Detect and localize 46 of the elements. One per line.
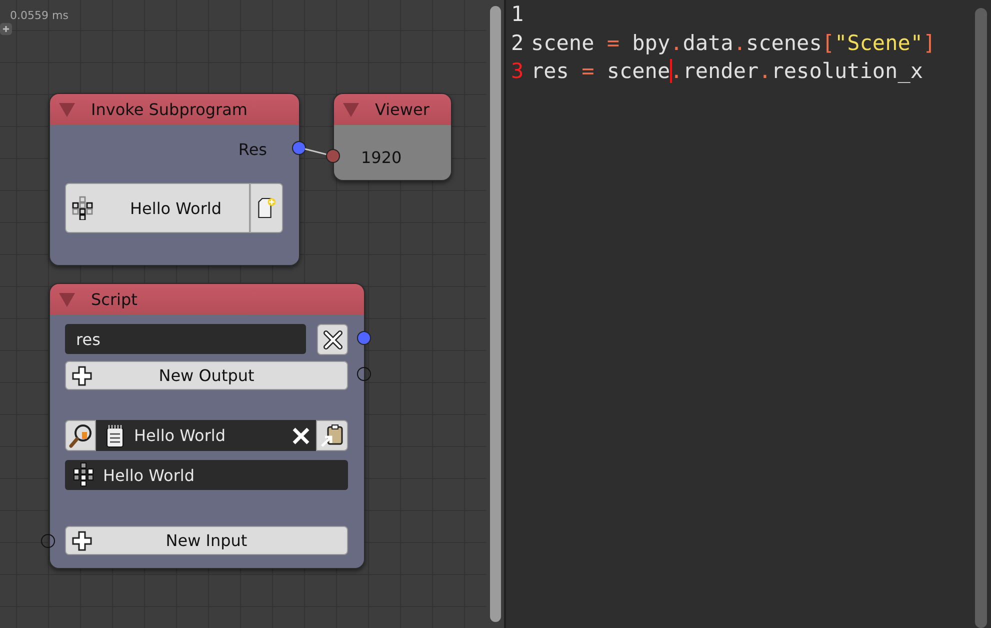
remove-button[interactable] bbox=[317, 324, 348, 355]
code-line: scene = bpy.data.scenes["Scene"] bbox=[531, 30, 936, 56]
new-document-icon bbox=[257, 195, 276, 221]
subprogram-selector[interactable]: Hello World bbox=[65, 183, 250, 233]
node-title: Invoke Subprogram bbox=[91, 100, 248, 119]
subprogram-field[interactable]: Hello World bbox=[65, 460, 348, 490]
browse-button[interactable] bbox=[65, 420, 96, 451]
scrollbar[interactable] bbox=[975, 8, 987, 628]
new-input-button[interactable]: New Input bbox=[65, 526, 348, 555]
clipboard-icon bbox=[319, 422, 345, 448]
output-name-field[interactable]: res bbox=[65, 324, 306, 354]
empty-socket[interactable] bbox=[357, 367, 371, 381]
plus-icon[interactable] bbox=[0, 23, 12, 35]
timing-label: 0.0559 ms bbox=[10, 9, 68, 22]
paste-button[interactable] bbox=[316, 420, 348, 451]
code-line: res = scene.render.resolution_x bbox=[531, 58, 923, 86]
node-tree-icon bbox=[73, 462, 95, 488]
node-card[interactable]: Script res New Output Hello World Hello World New Input bbox=[49, 283, 365, 569]
node-title: Viewer bbox=[375, 100, 430, 119]
scrollbar[interactable] bbox=[490, 6, 500, 622]
new-output-button[interactable]: New Output bbox=[65, 361, 348, 390]
socket-label: Res bbox=[238, 140, 267, 159]
plus-icon bbox=[72, 366, 92, 386]
notepad-icon bbox=[106, 424, 124, 448]
link-line bbox=[305, 146, 329, 158]
close-icon[interactable] bbox=[292, 426, 310, 444]
node-card[interactable]: Viewer 1920 bbox=[333, 93, 452, 181]
text-block-field[interactable]: Hello World bbox=[96, 420, 316, 451]
line-number: 1 bbox=[511, 1, 525, 28]
new-document-button[interactable] bbox=[250, 183, 283, 233]
close-icon bbox=[322, 330, 342, 350]
text-cursor bbox=[670, 59, 672, 84]
output-socket[interactable] bbox=[357, 331, 371, 345]
output-socket[interactable] bbox=[292, 141, 306, 155]
node-title: Script bbox=[91, 290, 138, 309]
text-editor[interactable]: 1 2 scene = bpy.data.scenes["Scene"] 3 res = scene.render.resolution_x bbox=[506, 0, 991, 628]
viewer-value: 1920 bbox=[361, 148, 403, 167]
empty-socket[interactable] bbox=[41, 534, 55, 548]
plus-icon bbox=[72, 530, 92, 550]
node-card[interactable]: Invoke Subprogram Res Hello World bbox=[49, 93, 300, 266]
magnifier-icon bbox=[68, 422, 94, 448]
line-number: 2 bbox=[511, 30, 525, 56]
line-number: 3 bbox=[511, 58, 525, 85]
node-canvas[interactable]: 0.0559 ms Invoke Subprogram Res Hello World Viewer 1920 Script res New Output Hello World Hello World New Input bbox=[0, 0, 486, 628]
input-socket[interactable] bbox=[326, 149, 340, 163]
node-tree-icon bbox=[72, 196, 94, 220]
